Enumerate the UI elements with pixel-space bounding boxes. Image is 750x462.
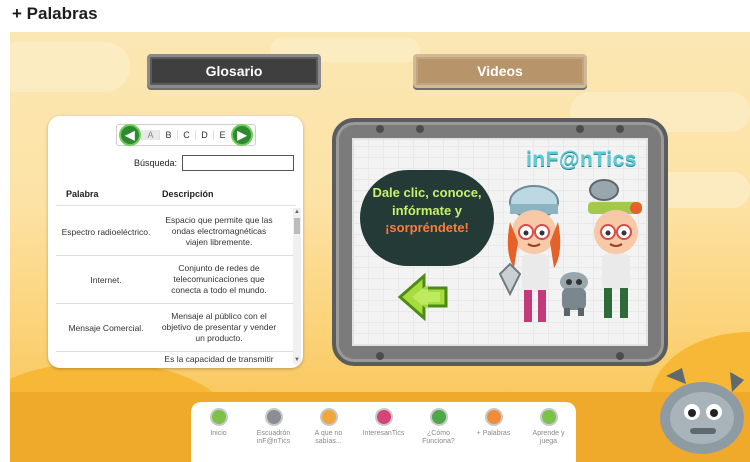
prev-letters-button[interactable]: ◀ [119, 124, 141, 146]
scroll-up-icon[interactable]: ▲ [293, 208, 301, 216]
nav-inicio[interactable]: Inicio [195, 408, 243, 438]
bolt-icon [376, 125, 384, 133]
letter-a[interactable]: A [141, 130, 159, 140]
nav-aprende-y-juega[interactable]: Aprende y juega [525, 408, 573, 447]
bubble-line-3: ¡sorpréndete! [385, 220, 469, 236]
squad-icon [264, 408, 283, 426]
next-letters-button[interactable]: ▶ [231, 124, 253, 146]
letter-b[interactable]: B [159, 130, 177, 140]
tab-videos[interactable]: Videos [413, 54, 587, 88]
cloud [10, 42, 130, 92]
nav-como-funciona[interactable]: ¿Cómo Funciona? [415, 408, 463, 447]
words-icon [484, 408, 503, 426]
tab-glosario[interactable]: Glosario [147, 54, 321, 88]
table-row: Internet. Conjunto de redes de telecomun… [56, 256, 296, 304]
row-description: Espacio que permite que las ondas electr… [165, 214, 273, 248]
nav-label: ¿Cómo Funciona? [422, 430, 455, 446]
nav-escuadron[interactable]: Escuadrón inF@nTics [250, 408, 298, 447]
bolt-icon [416, 125, 424, 133]
nav-label: Aprende y juega [532, 430, 565, 446]
glossary-table-body: Espectro radioeléctrico. Espacio que per… [56, 208, 296, 364]
bottom-nav-dock: Inicio Escuadrón inF@nTics A que no sabí… [191, 402, 576, 462]
row-description: Conjunto de redes de telecomunicaciones … [171, 262, 267, 296]
table-scrollbar[interactable]: ▲ ▼ [293, 208, 301, 364]
search-label: Búsqueda: [134, 158, 178, 168]
brand-logo: inF@nTics [526, 148, 637, 171]
nav-a-que-no-sabias[interactable]: A que no sabías... [305, 408, 353, 447]
nav-label: Inicio [210, 430, 227, 437]
letter-e[interactable]: E [213, 130, 231, 140]
bolt-icon [376, 352, 384, 360]
table-row: Espectro radioeléctrico. Espacio que per… [56, 208, 296, 256]
video-frame: inF@nTics Dale clic, conoce, infórmate y… [332, 118, 668, 366]
glossary-panel: ◀ A B C D E ▶ Búsqueda: Palabra Descripc… [48, 116, 303, 368]
row-word: Internet. [90, 274, 122, 285]
video-screen[interactable]: inF@nTics Dale clic, conoce, infórmate y… [352, 138, 648, 346]
row-word: Mensaje Comercial. [68, 322, 144, 333]
interest-icon [374, 408, 393, 426]
table-row: Mensaje Comercial. Mensaje al público co… [56, 304, 296, 352]
robot-mascot-icon [660, 368, 744, 454]
letter-c[interactable]: C [177, 130, 195, 140]
game-icon [539, 408, 558, 426]
nav-label: + Palabras [476, 430, 511, 437]
search-input[interactable] [182, 155, 294, 171]
nav-label: Escuadrón inF@nTics [256, 430, 291, 446]
column-descripcion: Descripción [162, 189, 214, 199]
nav-label: A que no sabías... [314, 430, 343, 446]
speech-bubble-text: Dale clic, conoce, infórmate y ¡sorprénd… [360, 184, 494, 237]
home-icon [209, 408, 228, 426]
bolt-icon [576, 125, 584, 133]
back-arrow-icon[interactable] [396, 272, 450, 322]
arrow-right-icon: ▶ [237, 128, 247, 142]
nav-label: InteresanTics [362, 430, 405, 437]
nav-mas-palabras[interactable]: + Palabras [470, 408, 518, 438]
arrow-left-icon: ◀ [125, 128, 135, 142]
bubble-line-2: infórmate y [391, 202, 463, 218]
letter-d[interactable]: D [195, 130, 213, 140]
row-word: Espectro radioeléctrico. [61, 226, 151, 237]
page-title: + Palabras [12, 4, 98, 23]
alphabet-bar: ◀ A B C D E ▶ [116, 124, 256, 146]
gear-icon [429, 408, 448, 426]
scroll-thumb[interactable] [294, 218, 300, 234]
bolt-icon [616, 352, 624, 360]
row-word [56, 352, 156, 364]
scroll-down-icon[interactable]: ▼ [293, 356, 301, 364]
lightbulb-icon [319, 408, 338, 426]
table-row: Es la capacidad de transmitir [56, 352, 296, 364]
row-description: Mensaje al público con el objetivo de pr… [161, 310, 277, 344]
bubble-line-1: Dale clic, conoce, [372, 185, 482, 200]
column-palabra: Palabra [66, 189, 99, 199]
stage-background: Glosario Videos ◀ A B C D E ▶ Búsqueda: … [10, 32, 750, 462]
row-description: Es la capacidad de transmitir [164, 354, 274, 364]
nav-interesantics[interactable]: InteresanTics [360, 408, 408, 438]
character-boy [588, 179, 642, 318]
bolt-icon [616, 125, 624, 133]
table-header: Palabra Descripción [56, 182, 296, 206]
